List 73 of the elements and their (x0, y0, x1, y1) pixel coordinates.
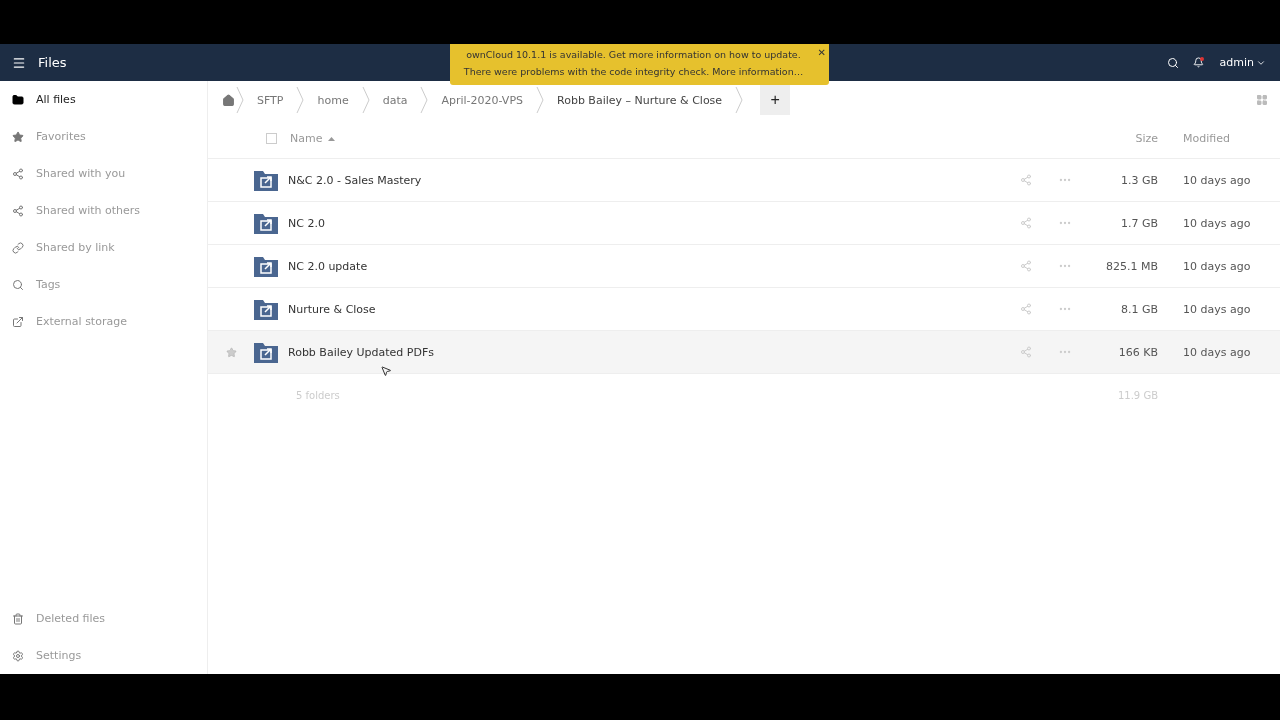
sidebar-item[interactable]: Shared with you (0, 155, 207, 192)
breadcrumb-separator-icon (535, 85, 545, 115)
share-icon (12, 204, 24, 217)
search-icon[interactable] (1166, 56, 1179, 69)
breadcrumb-separator-icon (419, 85, 430, 115)
share-icon[interactable] (1020, 260, 1032, 272)
modified-date: 10 days ago (1182, 216, 1252, 230)
modified-date: 10 days ago (1182, 173, 1252, 187)
notification-text: There were problems with the code integrity check. More information… (462, 65, 805, 79)
modified-date: 10 days ago (1182, 302, 1252, 316)
folder-icon (12, 93, 24, 106)
breadcrumb[interactable]: home (305, 93, 361, 107)
file-row[interactable]: Robb Bailey Updated PDFs 166 KB 10 days ago (208, 331, 1280, 374)
sidebar-item[interactable]: Deleted files (0, 600, 207, 637)
app-title: Files (38, 55, 67, 70)
sort-ascending-icon (328, 136, 336, 141)
breadcrumb-separator-icon (235, 85, 245, 115)
file-name: Nurture & Close (288, 302, 376, 316)
pointer-cursor-icon (380, 365, 392, 377)
sidebar-item[interactable]: Tags (0, 266, 207, 303)
share-icon[interactable] (1020, 217, 1032, 229)
external-icon (12, 315, 24, 328)
share-icon (12, 167, 24, 180)
menu-icon[interactable] (12, 55, 26, 70)
file-name: NC 2.0 (288, 216, 325, 230)
bell-icon[interactable] (1192, 57, 1204, 68)
breadcrumb[interactable]: SFTP (245, 93, 296, 107)
link-icon (12, 241, 24, 254)
home-icon[interactable] (222, 93, 235, 107)
sidebar-item[interactable]: Shared by link (0, 229, 207, 266)
add-button[interactable]: + (760, 85, 791, 115)
share-icon[interactable] (1020, 303, 1032, 315)
star-icon[interactable] (225, 346, 237, 358)
breadcrumb[interactable]: data (370, 93, 420, 107)
file-size: 1.7 GB (1119, 216, 1158, 230)
file-size: 1.3 GB (1119, 173, 1158, 187)
grid-view-icon[interactable] (1256, 94, 1268, 106)
shared-folder-icon (254, 341, 278, 363)
shared-folder-icon (254, 169, 278, 191)
shared-folder-icon (254, 255, 278, 277)
file-size: 825.1 MB (1104, 259, 1158, 273)
sidebar-item[interactable]: Settings (0, 637, 207, 674)
file-name: N&C 2.0 - Sales Mastery (288, 173, 422, 187)
file-size: 8.1 GB (1119, 302, 1158, 316)
file-size: 166 KB (1117, 345, 1158, 359)
modified-date: 10 days ago (1182, 259, 1252, 273)
close-button[interactable]: ✕ (817, 44, 826, 61)
sidebar-item[interactable]: Shared with others (0, 192, 207, 229)
sidebar-item[interactable]: Favorites (0, 118, 207, 155)
sidebar-item[interactable]: External storage (0, 303, 207, 340)
notification-text: ownCloud 10.1.1 is available. Get more information on how to update. (465, 48, 802, 62)
shared-folder-icon (254, 298, 278, 320)
settings-icon (12, 649, 24, 662)
breadcrumb[interactable]: April-2020-VPS (429, 93, 535, 107)
breadcrumb-separator-icon (734, 85, 745, 115)
user-menu[interactable]: admin (1219, 56, 1266, 69)
column-header[interactable]: Size (1135, 132, 1158, 145)
column-header[interactable]: Name (290, 132, 323, 145)
breadcrumb[interactable]: Robb Bailey – Nurture & Close (545, 93, 735, 107)
select-all-checkbox[interactable] (266, 133, 277, 144)
share-icon[interactable] (1020, 346, 1032, 358)
breadcrumb-separator-icon (295, 85, 306, 115)
search-icon (12, 278, 24, 291)
shared-folder-icon (254, 212, 278, 234)
modified-date: 10 days ago (1182, 345, 1252, 359)
file-name: Robb Bailey Updated PDFs (288, 345, 434, 359)
sidebar-item[interactable]: All files (0, 81, 207, 118)
star-icon (12, 130, 24, 143)
trash-icon (12, 612, 24, 625)
file-name: NC 2.0 update (288, 259, 368, 273)
share-icon[interactable] (1020, 174, 1032, 186)
breadcrumb-separator-icon (360, 85, 371, 115)
column-header[interactable]: Modified (1183, 132, 1230, 145)
